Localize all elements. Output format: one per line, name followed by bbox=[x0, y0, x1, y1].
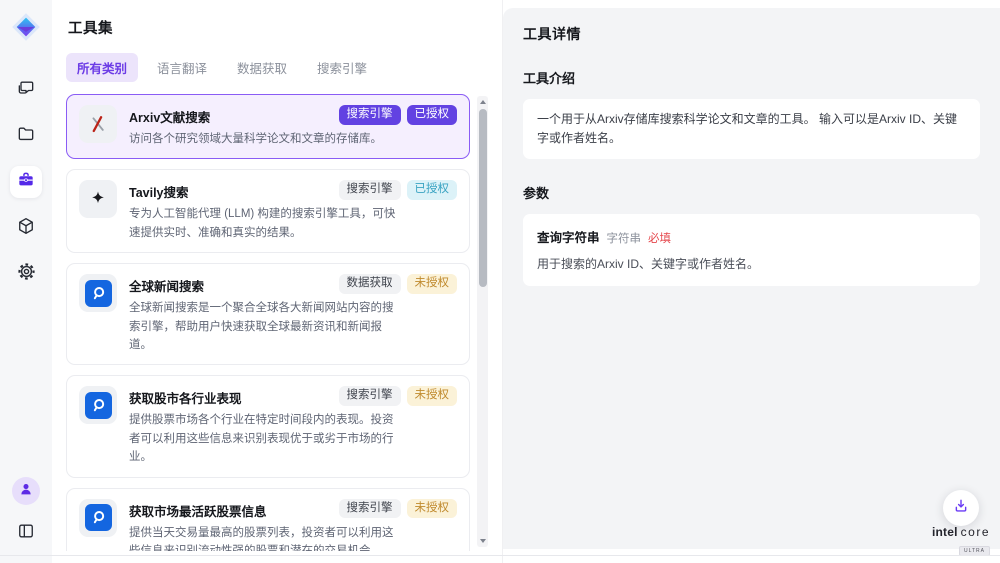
category-tabs: 所有类别语言翻译数据获取搜索引擎 bbox=[66, 53, 488, 82]
tool-auth-badge: 未授权 bbox=[407, 386, 458, 406]
sidebar-item-folder[interactable] bbox=[10, 120, 42, 152]
scrollbar-track[interactable] bbox=[477, 96, 488, 547]
sidebar-nav bbox=[10, 74, 42, 290]
tool-name: 全球新闻搜索 bbox=[129, 274, 204, 295]
tool-card[interactable]: Arxiv文献搜索 搜索引擎 已授权 访问各个研究领域大量科学论文和文章的存储库… bbox=[66, 94, 470, 159]
tab-0[interactable]: 所有类别 bbox=[66, 53, 138, 82]
user-icon bbox=[18, 481, 34, 502]
intro-heading: 工具介绍 bbox=[523, 68, 980, 87]
tool-description: 提供当天交易量最高的股票列表，投资者可以利用这些信息来识别流动性强的股票和潜在的… bbox=[129, 524, 397, 551]
tab-1[interactable]: 语言翻译 bbox=[146, 53, 218, 82]
sidebar bbox=[0, 0, 52, 563]
tool-cards: Arxiv文献搜索 搜索引擎 已授权 访问各个研究领域大量科学论文和文章的存储库… bbox=[66, 94, 470, 551]
settings-icon bbox=[16, 261, 37, 287]
toolbox-icon bbox=[16, 170, 36, 195]
tool-details-panel: 工具详情 工具介绍 一个用于从Arxiv存储库搜索科学论文和文章的工具。 输入可… bbox=[503, 8, 1000, 549]
tool-auth-badge: 未授权 bbox=[407, 499, 458, 519]
tool-description: 专为人工智能代理 (LLM) 构建的搜索引擎工具，可快速提供实时、准确和真实的结… bbox=[129, 205, 397, 242]
parameter-card: 查询字符串 字符串 必填 用于搜索的Arxiv ID、关键字或作者姓名。 bbox=[523, 214, 980, 286]
tool-auth-badge: 已授权 bbox=[407, 180, 458, 200]
arxiv-tool-icon bbox=[79, 105, 117, 143]
tab-3[interactable]: 搜索引擎 bbox=[306, 53, 378, 82]
download-icon bbox=[952, 497, 970, 520]
brand-primary: intel bbox=[932, 525, 958, 539]
parameter-description: 用于搜索的Arxiv ID、关键字或作者姓名。 bbox=[537, 255, 966, 273]
sidebar-item-panel[interactable] bbox=[10, 517, 42, 549]
sidebar-item-settings[interactable] bbox=[10, 258, 42, 290]
tool-category-badge: 搜索引擎 bbox=[339, 499, 401, 519]
qblue-tool-icon bbox=[79, 386, 117, 424]
tab-2[interactable]: 数据获取 bbox=[226, 53, 298, 82]
tool-category-badge: 搜索引擎 bbox=[339, 105, 401, 125]
parameter-type: 字符串 bbox=[607, 230, 642, 246]
toolset-title: 工具集 bbox=[68, 17, 488, 38]
tool-description: 提供股票市场各个行业在特定时间段内的表现。投资者可以利用这些信息来识别表现优于或… bbox=[129, 411, 397, 466]
qblue-tool-icon bbox=[79, 274, 117, 312]
parameter-required-flag: 必填 bbox=[648, 230, 671, 246]
details-title: 工具详情 bbox=[523, 24, 980, 44]
sidebar-item-chat[interactable] bbox=[10, 74, 42, 106]
tool-list: Arxiv文献搜索 搜索引擎 已授权 访问各个研究领域大量科学论文和文章的存储库… bbox=[66, 94, 488, 551]
tool-description: 全球新闻搜索是一个聚合全球各大新闻网站内容的搜索引擎，帮助用户快速获取全球最新资… bbox=[129, 299, 397, 354]
parameter-name: 查询字符串 bbox=[537, 227, 600, 246]
tool-name: 获取股市各行业表现 bbox=[129, 386, 242, 407]
app-window: 工具集 所有类别语言翻译数据获取搜索引擎 Arxiv文献搜索 搜索引擎 已授权 … bbox=[0, 0, 1000, 563]
cube-icon bbox=[16, 216, 36, 241]
sidebar-item-toolbox[interactable] bbox=[10, 166, 42, 198]
tool-card[interactable]: Tavily搜索 搜索引擎 已授权 专为人工智能代理 (LLM) 构建的搜索引擎… bbox=[66, 169, 470, 253]
scrollbar-thumb[interactable] bbox=[479, 109, 487, 287]
qblue-tool-icon bbox=[79, 499, 117, 537]
scroll-down-icon[interactable] bbox=[480, 539, 486, 543]
tool-name: Arxiv文献搜索 bbox=[129, 105, 210, 126]
tool-category-badge: 搜索引擎 bbox=[339, 180, 401, 200]
app-logo-icon bbox=[9, 10, 43, 44]
tool-auth-badge: 已授权 bbox=[407, 105, 458, 125]
panel-icon bbox=[16, 521, 36, 546]
tool-name: Tavily搜索 bbox=[129, 180, 189, 201]
tool-name: 获取市场最活跃股票信息 bbox=[129, 499, 267, 520]
folder-icon bbox=[16, 124, 36, 149]
tool-card[interactable]: 获取股市各行业表现 搜索引擎 未授权 提供股票市场各个行业在特定时间段内的表现。… bbox=[66, 375, 470, 477]
tool-category-badge: 搜索引擎 bbox=[339, 386, 401, 406]
sidebar-bottom bbox=[10, 477, 42, 549]
chat-icon bbox=[16, 78, 36, 103]
brand-secondary: core bbox=[961, 525, 990, 539]
params-list: 查询字符串 字符串 必填 用于搜索的Arxiv ID、关键字或作者姓名。 bbox=[523, 214, 980, 286]
tool-intro-text: 一个用于从Arxiv存储库搜索科学论文和文章的工具。 输入可以是Arxiv ID… bbox=[523, 99, 980, 159]
tool-auth-badge: 未授权 bbox=[407, 274, 458, 294]
window-bottom-edge bbox=[0, 555, 1000, 556]
tool-card[interactable]: 全球新闻搜索 数据获取 未授权 全球新闻搜索是一个聚合全球各大新闻网站内容的搜索… bbox=[66, 263, 470, 365]
intel-core-logo: intelcore ULTRA bbox=[924, 525, 990, 557]
sidebar-item-cube[interactable] bbox=[10, 212, 42, 244]
tool-category-badge: 数据获取 bbox=[339, 274, 401, 294]
user-avatar[interactable] bbox=[12, 477, 40, 505]
tool-card[interactable]: 获取市场最活跃股票信息 搜索引擎 未授权 提供当天交易量最高的股票列表，投资者可… bbox=[66, 488, 470, 551]
star-tool-icon bbox=[79, 180, 117, 218]
tool-description: 访问各个研究领域大量科学论文和文章的存储库。 bbox=[129, 130, 397, 148]
params-heading: 参数 bbox=[523, 183, 980, 202]
download-button[interactable] bbox=[943, 490, 979, 526]
toolset-panel: 工具集 所有类别语言翻译数据获取搜索引擎 Arxiv文献搜索 搜索引擎 已授权 … bbox=[52, 0, 503, 563]
scroll-up-icon[interactable] bbox=[480, 100, 486, 104]
